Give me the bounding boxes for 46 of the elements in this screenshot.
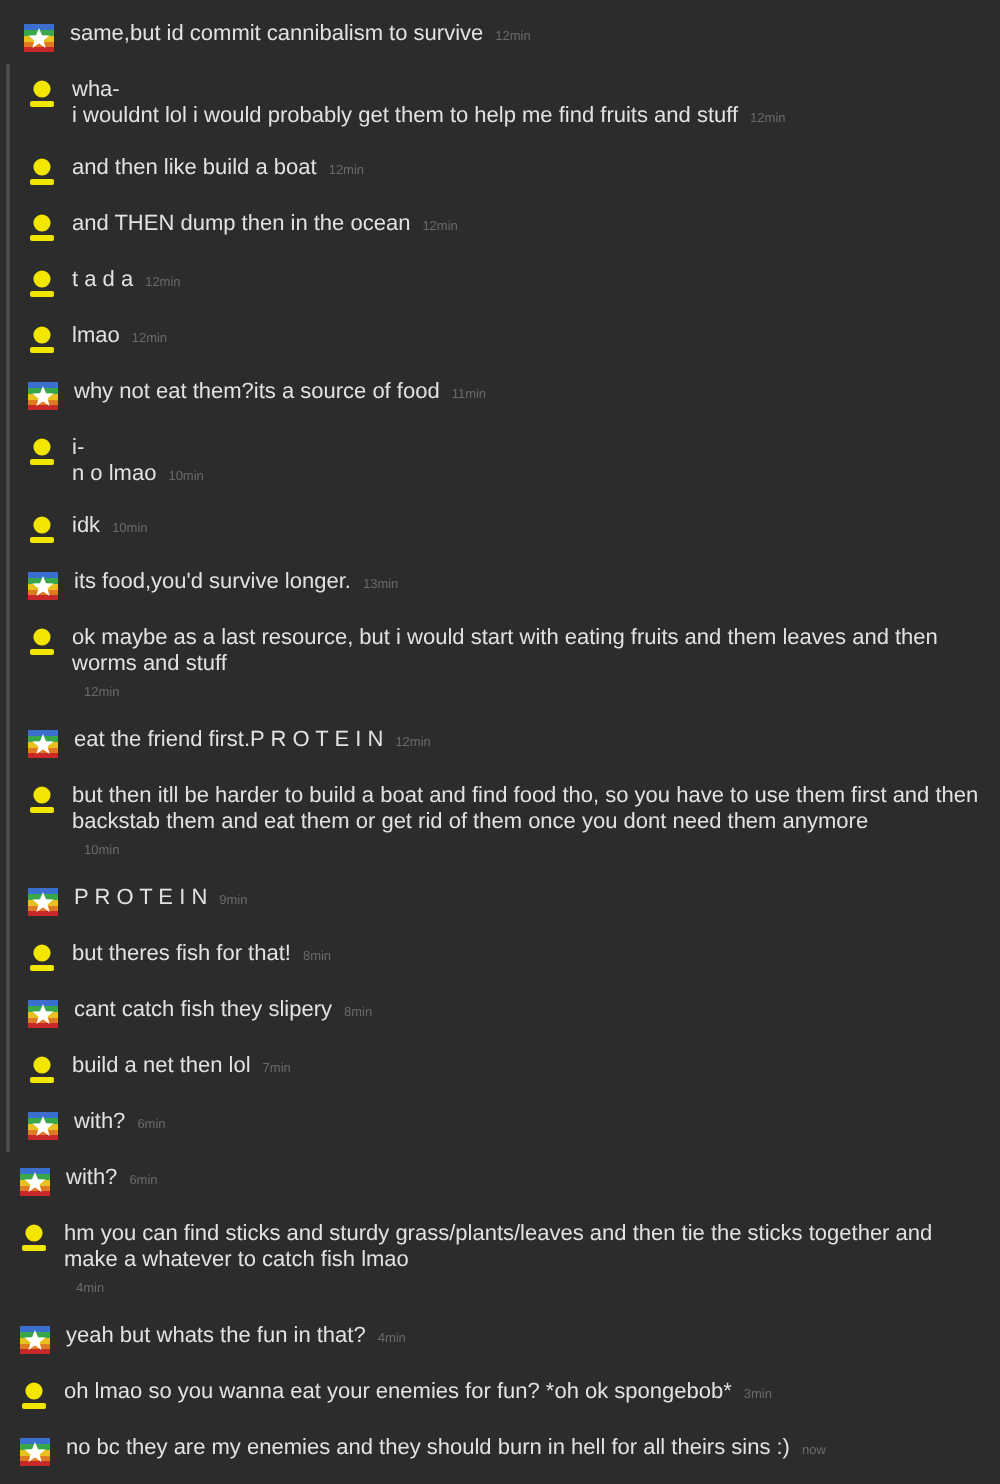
person-icon [28, 1056, 56, 1084]
person-icon [20, 1224, 48, 1252]
person-icon [28, 438, 56, 466]
message-text: P R O T E I N [74, 886, 208, 912]
message-text: with? [66, 1166, 118, 1192]
star-flag-icon [28, 888, 58, 916]
message-text: no bc they are my enemies and they should burn in hell for all theirs sins :) [66, 1436, 790, 1462]
star-flag-icon [28, 572, 58, 600]
message-text: but theres fish for that! [72, 942, 291, 968]
person-icon [28, 80, 56, 108]
star-flag-icon [28, 382, 58, 410]
star-flag-icon [20, 1438, 50, 1466]
message-text: its food,you'd survive longer. [74, 570, 351, 596]
person-icon [28, 516, 56, 544]
message-text: i- n o lmao [72, 436, 157, 488]
message-text: eat the friend first.P R O T E I N [74, 728, 384, 754]
person-icon [28, 326, 56, 354]
message-text: with? [74, 1110, 126, 1136]
message-text: ok maybe as a last resource, but i would start with eating fruits and them leaves and then worms and stuff [72, 626, 940, 678]
person-icon [28, 214, 56, 242]
message-text: t a d a [72, 268, 134, 294]
message-text: but then itll be harder to build a boat and find food tho, so you have to use them first and then backstab them and eat them or get rid of them once you dont need them anymore [72, 784, 981, 836]
star-flag-icon [28, 1112, 58, 1140]
message-text: yeah but whats the fun in that? [66, 1324, 366, 1350]
person-icon [28, 270, 56, 298]
star-flag-icon [20, 1168, 50, 1196]
star-flag-icon [28, 1000, 58, 1028]
message-text: and then like build a boat [72, 156, 317, 182]
person-icon [28, 944, 56, 972]
message-text: and THEN dump then in the ocean [72, 212, 411, 238]
star-flag-icon [20, 1326, 50, 1354]
message-text: cant catch fish they slipery [74, 998, 333, 1024]
person-icon [20, 1382, 48, 1410]
message-text: why not eat them?its a source of food [74, 380, 440, 406]
person-icon [28, 158, 56, 186]
person-icon [28, 786, 56, 814]
message-text: wha- i wouldnt lol i would probably get them to help me find fruits and stuff [72, 78, 739, 130]
message-text: oh lmao so you wanna eat your enemies for fun? *oh ok spongebob* [64, 1380, 732, 1406]
star-flag-icon [24, 24, 54, 52]
message-text: lmao [72, 324, 120, 350]
message-text: hm you can find sticks and sturdy grass/plants/leaves and then tie the sticks together and make a whatever to catch fish lmao [64, 1222, 935, 1274]
person-icon [28, 628, 56, 656]
message-text: build a net then lol [72, 1054, 251, 1080]
message-text: same,but id commit cannibalism to survive [70, 22, 484, 48]
star-flag-icon [28, 730, 58, 758]
message-text: idk [72, 514, 101, 540]
